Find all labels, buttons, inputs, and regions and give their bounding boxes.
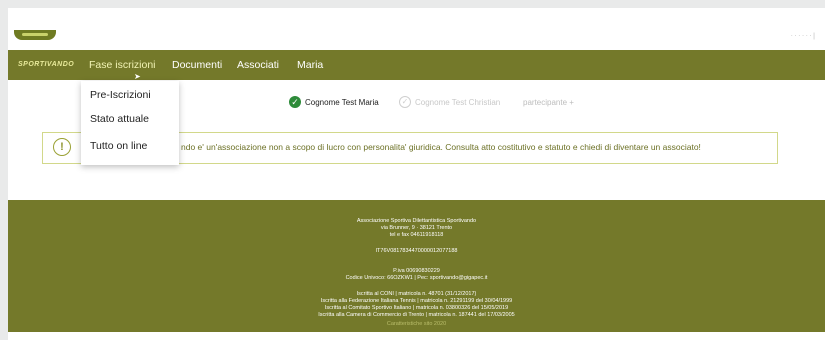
nav-item-documenti[interactable]: Documenti [172,59,222,71]
logo-mark [22,33,48,36]
fase-iscrizioni-dropdown: Pre-Iscrizioni Stato attuale Tutto on li… [81,81,179,165]
site-logo[interactable] [14,30,56,40]
brand-name[interactable]: SPORTIVANDO [18,61,74,68]
top-right-links[interactable]: ᐧ ᐧ ᐧ ᐧ ᐧ ᐧ | [791,32,815,40]
footer-phone: tel e fax 04611918118 [389,232,444,238]
footer-vat: P.iva 00690830229 [393,268,440,274]
participant-inactive-label[interactable]: Cognome Test Christian [415,98,500,107]
main-navbar: SPORTIVANDO Fase iscrizioni Documenti As… [8,50,825,81]
footer-fit: Iscritta alla Federazione Italiana Tenni… [320,298,513,304]
footer-address: via Brunner, 9 · 38121 Trento [380,225,453,231]
footer-association-name: Associazione Sportiva Dilettantistica Sp… [356,218,477,224]
nav-item-fase-iscrizioni[interactable]: Fase iscrizioni [89,59,156,71]
dropdown-item-tutto-on-line[interactable]: Tutto on line [90,140,147,152]
footer-iban: IT76V0817834470000012077188 [375,248,458,254]
exclamation-circle-icon: ! [53,138,71,156]
add-participant-link[interactable]: partecipante + [523,98,574,107]
dropdown-item-stato-attuale[interactable]: Stato attuale [90,113,149,125]
alert-message: ndo e' un'associazione non a scopo di lu… [181,142,701,152]
dropdown-item-pre-iscrizioni[interactable]: Pre-Iscrizioni [90,89,151,101]
page: ᐧ ᐧ ᐧ ᐧ ᐧ ᐧ | SPORTIVANDO Fase iscrizion… [8,8,825,340]
check-circle-icon[interactable]: ✓ [289,96,301,108]
footer-codice-univoco: Codice Univoco: 66OZKW1 | Pec: sportivan… [345,275,488,281]
site-footer: Associazione Sportiva Dilettantistica Sp… [8,200,825,332]
check-circle-outline-icon[interactable]: ✓ [399,96,411,108]
nav-item-maria[interactable]: Maria [297,59,323,71]
top-header: ᐧ ᐧ ᐧ ᐧ ᐧ ᐧ | [8,8,825,50]
footer-site-features[interactable]: Caratteristiche sito 2020 [8,321,825,328]
nav-item-associati[interactable]: Associati [237,59,279,71]
footer-csi: Iscritta al Comitato Sportivo Italiano |… [324,305,509,311]
participant-active-label[interactable]: Cognome Test Maria [305,98,379,107]
footer-camera-commercio: Iscritta alla Camera di Commercio di Tre… [318,312,515,318]
footer-coni: Iscritta al CONI | matricola n. 48701 (3… [356,291,477,297]
mouse-cursor-icon: ➤ [134,72,141,81]
